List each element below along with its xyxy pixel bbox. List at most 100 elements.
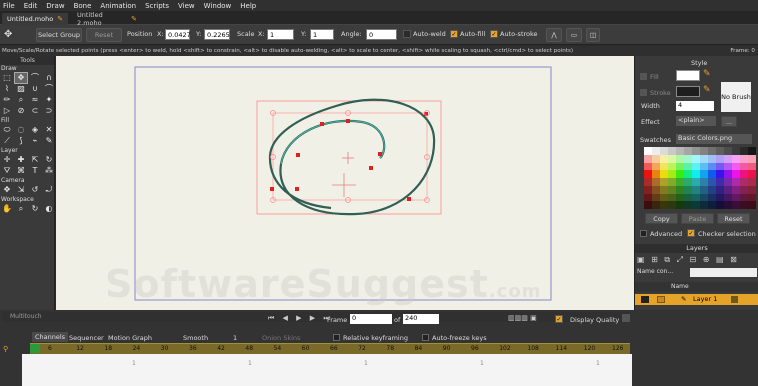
swatch-file-dropdown[interactable]: Basic Colors.png — [676, 134, 752, 144]
color-swatch[interactable] — [740, 170, 748, 178]
layer-visibility-icon[interactable] — [641, 296, 649, 303]
color-swatch[interactable] — [692, 178, 700, 186]
color-swatch[interactable] — [652, 170, 660, 178]
color-swatch[interactable] — [644, 178, 652, 186]
width-field[interactable]: 4 — [676, 101, 714, 111]
color-swatch[interactable] — [716, 201, 724, 209]
curvature-icon[interactable]: ∩ — [43, 73, 55, 83]
pencil-tool-icon[interactable]: ✏ — [1, 95, 13, 105]
color-swatch[interactable] — [644, 154, 652, 163]
effect-dropdown[interactable]: <plain> — [676, 116, 716, 126]
color-swatch[interactable] — [748, 185, 756, 194]
color-swatch[interactable] — [748, 170, 756, 178]
color-swatch[interactable] — [676, 147, 684, 155]
spiral-stroke[interactable] — [268, 98, 436, 216]
color-swatch[interactable] — [700, 147, 708, 155]
color-swatch[interactable] — [740, 162, 748, 171]
reset-button[interactable]: Reset — [86, 28, 122, 42]
playback-controls[interactable]: ⏮ ◀ ▶ ▶ ⏭ — [268, 314, 333, 323]
color-swatch[interactable] — [732, 170, 740, 178]
color-swatch[interactable] — [716, 170, 724, 178]
color-swatch[interactable] — [660, 154, 668, 163]
checker-selection-checkbox[interactable]: ✓ — [687, 229, 695, 237]
hide-edge-icon[interactable]: ⌁ — [29, 136, 41, 146]
color-swatch[interactable] — [652, 178, 660, 186]
color-swatch[interactable] — [652, 201, 660, 209]
color-swatch[interactable] — [732, 147, 740, 155]
color-swatch[interactable] — [732, 185, 740, 194]
playhead-marker[interactable] — [30, 344, 40, 353]
color-swatch[interactable] — [724, 201, 732, 209]
color-swatch[interactable] — [652, 162, 660, 171]
color-swatch[interactable] — [740, 147, 748, 155]
fill-eyedropper-icon[interactable]: ✎ — [703, 69, 711, 79]
rotate-layer-icon[interactable]: ↻ — [43, 155, 55, 165]
color-swatch[interactable] — [732, 162, 740, 171]
menu-edit[interactable]: Edit — [24, 2, 38, 10]
color-swatch[interactable] — [644, 170, 652, 178]
menu-view[interactable]: View — [178, 2, 195, 10]
stroke-eyedropper-icon[interactable]: ✎ — [703, 85, 711, 95]
color-swatch[interactable] — [660, 170, 668, 178]
color-swatch[interactable] — [708, 162, 716, 171]
color-swatch[interactable] — [700, 201, 708, 209]
color-swatch[interactable] — [700, 178, 708, 186]
scale-layer-icon[interactable]: ⇱ — [29, 155, 41, 165]
select-points-icon[interactable]: ⬚ — [1, 73, 13, 83]
color-swatch[interactable] — [740, 193, 748, 202]
auto-stroke-checkbox[interactable]: ✓ — [490, 30, 498, 38]
color-swatch[interactable] — [708, 154, 716, 163]
color-swatch[interactable] — [724, 162, 732, 171]
noise-icon[interactable]: ⌒ — [43, 84, 55, 94]
pan-tilt-icon[interactable]: ⤾ — [43, 185, 55, 195]
color-swatch[interactable] — [692, 201, 700, 209]
color-swatch[interactable] — [644, 162, 652, 171]
color-swatch[interactable] — [660, 162, 668, 171]
color-swatch[interactable] — [684, 185, 692, 194]
color-swatch[interactable] — [724, 170, 732, 178]
name-contains-dropdown[interactable]: Name con... — [637, 268, 687, 278]
eyedropper-icon[interactable]: ✎ — [43, 136, 55, 146]
set-origin-icon[interactable]: ✛ — [1, 155, 13, 165]
position-y-field[interactable]: 0.2265 — [204, 29, 230, 40]
color-swatch[interactable] — [676, 185, 684, 194]
color-swatch[interactable] — [732, 178, 740, 186]
color-swatch[interactable] — [700, 170, 708, 178]
menu-file[interactable]: File — [3, 2, 15, 10]
tab-channels[interactable]: Channels — [32, 332, 69, 342]
color-swatch[interactable] — [716, 162, 724, 171]
color-swatch[interactable] — [668, 170, 676, 178]
color-swatch[interactable] — [708, 185, 716, 194]
color-swatch[interactable] — [652, 154, 660, 163]
color-swatch[interactable] — [700, 162, 708, 171]
tab-untitled[interactable]: Untitled.moho ✎ — [2, 13, 68, 25]
color-swatch[interactable] — [700, 154, 708, 163]
curve-icon[interactable]: ▷ — [1, 106, 13, 116]
color-swatch[interactable] — [684, 170, 692, 178]
color-swatch[interactable] — [668, 154, 676, 163]
interval-dropdown[interactable]: 1 — [233, 334, 237, 342]
advanced-checkbox[interactable] — [640, 230, 647, 237]
color-swatch[interactable] — [700, 185, 708, 194]
origin-crosshair[interactable] — [332, 152, 356, 197]
interpolation-dropdown[interactable]: Smooth — [183, 334, 208, 342]
blob-brush-icon[interactable]: ≈ — [29, 95, 41, 105]
color-swatch[interactable] — [692, 147, 700, 155]
translate-layer-icon[interactable]: ✚ — [15, 155, 27, 165]
color-swatch[interactable] — [660, 185, 668, 194]
menu-help[interactable]: Help — [240, 2, 256, 10]
color-swatch[interactable] — [716, 193, 724, 202]
delete-shape-icon[interactable]: ✕ — [43, 125, 55, 135]
color-swatch[interactable] — [692, 185, 700, 194]
style-reset-button[interactable]: Reset — [717, 213, 750, 224]
paint-bucket-icon[interactable]: ◈ — [29, 125, 41, 135]
color-swatch[interactable] — [748, 201, 756, 209]
swatch-palette[interactable] — [644, 147, 758, 209]
color-swatch[interactable] — [668, 193, 676, 202]
color-swatch[interactable] — [740, 185, 748, 194]
color-swatch[interactable] — [644, 201, 652, 209]
color-swatch[interactable] — [660, 147, 668, 155]
color-swatch[interactable] — [668, 201, 676, 209]
scale-x-field[interactable]: 1 — [267, 29, 294, 40]
draw-shape-icon[interactable]: ▨ — [15, 84, 27, 94]
